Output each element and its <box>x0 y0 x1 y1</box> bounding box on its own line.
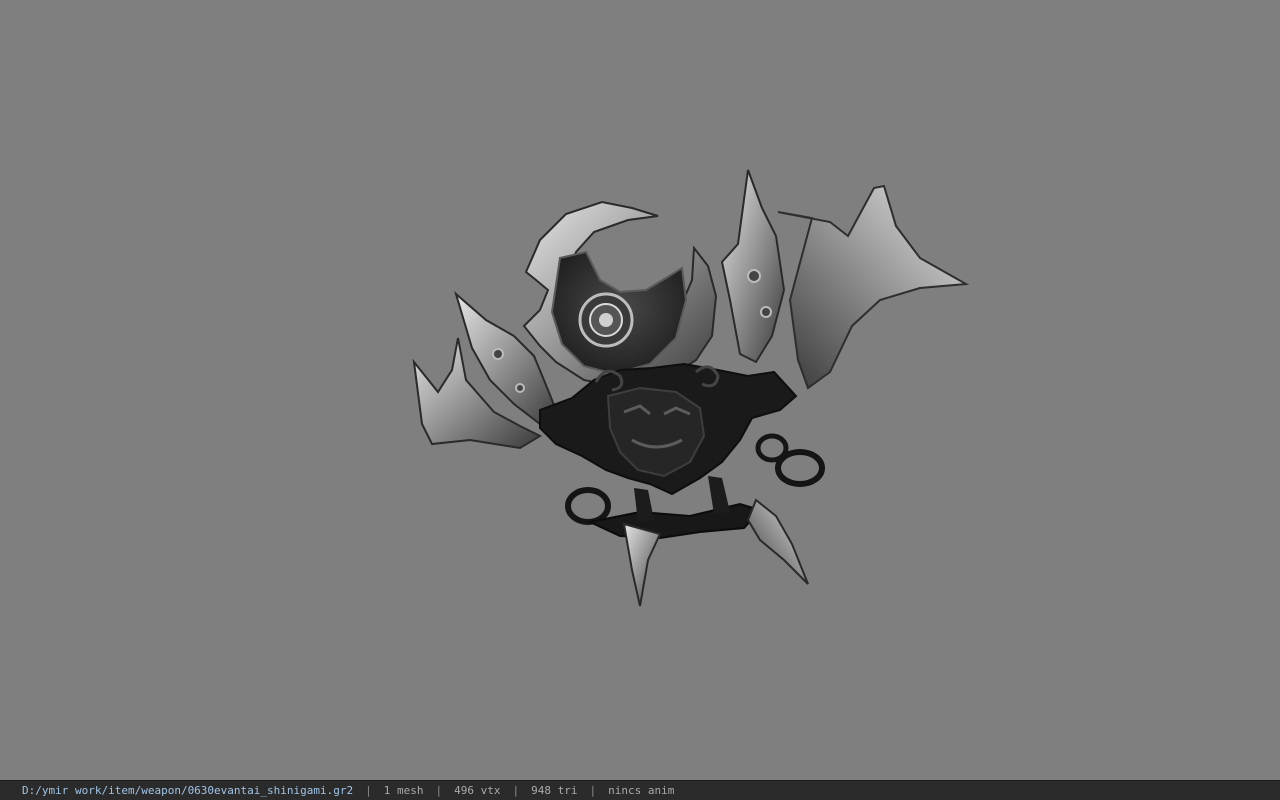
separator: | <box>512 784 520 797</box>
file-path: D:/ymir work/item/weapon/0630evantai_shi… <box>22 784 354 797</box>
stud <box>760 306 772 318</box>
medallion-core <box>599 313 613 327</box>
handle-bar <box>586 502 762 540</box>
bottom-spike-right <box>746 498 809 585</box>
bottom-spike-left <box>622 522 662 607</box>
status-bar: D:/ymir work/item/weapon/0630evantai_shi… <box>0 780 1280 800</box>
right-mid-blade <box>720 169 786 364</box>
weapon-model-icon <box>412 169 970 607</box>
stud <box>492 348 504 360</box>
separator: | <box>435 784 443 797</box>
animation-status: nincs anim <box>608 784 675 797</box>
vertex-count: 496 vtx <box>454 784 501 797</box>
triangle-count: 948 tri <box>531 784 578 797</box>
stud <box>515 383 525 393</box>
handle-stem <box>708 476 730 514</box>
ring-left <box>565 487 611 525</box>
stud <box>747 269 761 283</box>
mesh-count: 1 mesh <box>383 784 424 797</box>
right-blade <box>777 184 970 390</box>
ring-right-2 <box>755 433 789 463</box>
separator: | <box>589 784 597 797</box>
separator: | <box>365 784 372 797</box>
3d-viewport[interactable] <box>0 0 1280 780</box>
